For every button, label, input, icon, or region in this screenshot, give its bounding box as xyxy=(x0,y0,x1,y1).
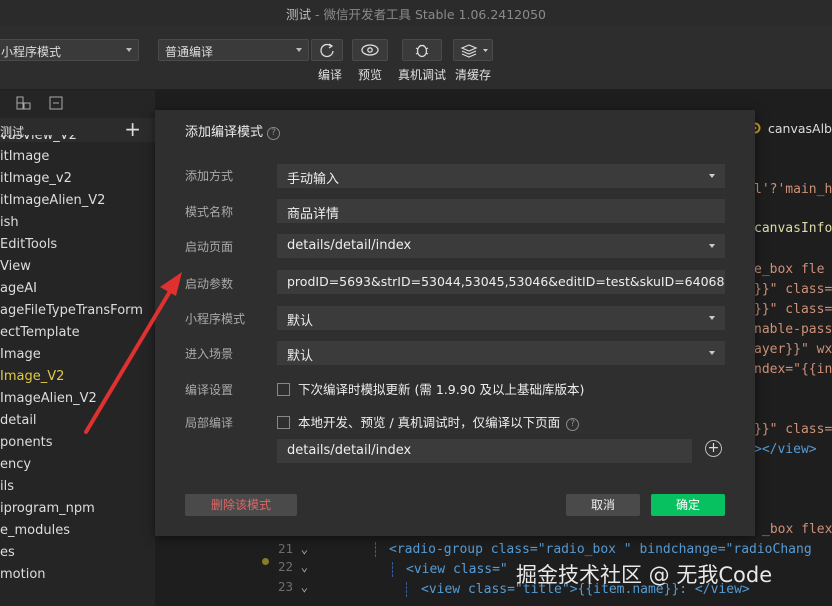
toolbar: 小程序模式 普通编译 编译 预览 真机调试 清缓存 xyxy=(0,26,832,90)
layers-icon xyxy=(460,44,488,58)
tree-item[interactable]: iprogram_npm xyxy=(0,498,155,520)
scene-select[interactable]: 默认 xyxy=(277,341,725,365)
tree-item[interactable]: itImageAlien_V2 xyxy=(0,190,155,212)
compile-label: 编译 xyxy=(317,68,342,82)
chevron-down-icon xyxy=(709,351,715,355)
start-params-input[interactable]: prodID=5693&strID=53044,53045,53046&edit… xyxy=(277,270,725,294)
code-line: ></view> xyxy=(754,442,817,457)
add-page-icon[interactable]: + xyxy=(705,440,722,457)
code-line: <radio-group class="radio_box " bindchan… xyxy=(375,542,812,557)
help-icon[interactable]: ? xyxy=(566,418,580,431)
cancel-button[interactable]: 取消 xyxy=(566,494,640,516)
chevron-down-icon xyxy=(709,244,715,248)
code-line: nable-pass xyxy=(754,322,832,337)
tree-item[interactable]: ish xyxy=(0,212,155,234)
chevron-down-icon xyxy=(296,48,302,52)
code-line: l'?'main_h xyxy=(754,182,832,197)
compile-select[interactable]: 普通编译 xyxy=(158,39,309,61)
code-line: _box flex xyxy=(762,522,832,537)
line-gutter: 21 ⌄ 22 ⌄ 23 ⌄ xyxy=(278,541,309,594)
add-method-label: 添加方式 xyxy=(185,169,234,183)
add-method-select[interactable]: 手动输入 xyxy=(277,164,725,188)
file-explorer: 测试 + vasView_V2 itImage itImage_v2 itImageA… xyxy=(0,90,155,606)
collapse-icon[interactable] xyxy=(49,96,63,110)
scene-label: 进入场景 xyxy=(185,347,234,361)
tree-item[interactable]: Image_V2 xyxy=(0,366,155,388)
mode-name-input[interactable]: 商品详情 xyxy=(277,199,725,223)
partial-compile-checkbox[interactable]: 本地开发、预览 / 真机调试时，仅编译以下页面? xyxy=(277,412,580,431)
partial-page-input[interactable]: details/detail/index xyxy=(277,439,692,463)
tree-item[interactable]: es xyxy=(0,542,155,564)
start-page-select[interactable]: details/detail/index xyxy=(277,234,725,258)
remote-debug-button[interactable] xyxy=(402,39,442,61)
sidebar-toolbar xyxy=(0,90,155,118)
title-bar: 测试 - 微信开发者工具 Stable 1.06.2412050 xyxy=(0,0,832,26)
tree-item[interactable]: itImage xyxy=(0,146,155,168)
window-title: 测试 - 微信开发者工具 Stable 1.06.2412050 xyxy=(286,7,546,22)
preview-label: 预览 xyxy=(357,68,382,82)
tree-item[interactable]: EditTools xyxy=(0,234,155,256)
dialog-title: 添加编译模式? xyxy=(185,121,281,140)
clear-cache-button[interactable] xyxy=(453,39,493,61)
tree-item[interactable]: motion xyxy=(0,564,155,586)
tree-item[interactable]: ency xyxy=(0,454,155,476)
tree-item[interactable]: e_modules xyxy=(0,520,155,542)
tree-item[interactable]: vasView_V2 xyxy=(0,135,155,146)
preview-button[interactable] xyxy=(352,39,388,61)
code-line: canvasInfo xyxy=(754,221,832,236)
code-line: }}" class= xyxy=(754,282,832,297)
tree-item[interactable]: ils xyxy=(0,476,155,498)
add-compile-mode-dialog: 添加编译模式? 添加方式 手动输入 模式名称 商品详情 启动页面 details… xyxy=(155,110,755,536)
start-page-label: 启动页面 xyxy=(185,240,234,254)
tree-item[interactable]: ectTemplate xyxy=(0,322,155,344)
compile-settings-label: 编译设置 xyxy=(185,383,234,397)
tree-item[interactable]: detail xyxy=(0,410,155,432)
mp-mode-select[interactable]: 默认 xyxy=(277,306,725,330)
clear-cache-label: 清缓存 xyxy=(454,68,491,82)
code-line: e_box fle xyxy=(754,262,825,277)
tree-item[interactable]: itImage_v2 xyxy=(0,168,155,190)
tree-item[interactable]: ageFileTypeTransForm xyxy=(0,300,155,322)
mp-mode-label: 小程序模式 xyxy=(185,312,246,326)
partial-compile-label: 局部编译 xyxy=(185,416,234,430)
code-line: ayer}}" wx xyxy=(754,342,832,357)
watermark: 掘金技术社区 @ 无我Code xyxy=(516,563,773,587)
tree-item[interactable]: ImageAlien_V2 xyxy=(0,388,155,410)
bug-icon xyxy=(415,44,429,58)
code-line: }}" class= xyxy=(754,422,832,437)
delete-mode-button[interactable]: 删除该模式 xyxy=(185,494,297,516)
mode-name-label: 模式名称 xyxy=(185,205,234,219)
tree-item[interactable]: ponents xyxy=(0,432,155,454)
editor-tab[interactable]: canvasAlb xyxy=(748,121,832,136)
chevron-down-icon xyxy=(709,316,715,320)
mode-select[interactable]: 小程序模式 xyxy=(0,39,139,61)
remote-debug-label: 真机调试 xyxy=(397,68,446,82)
tree-item[interactable]: ageAI xyxy=(0,278,155,300)
file-tree: vasView_V2 itImage itImage_v2 itImageAlien_… xyxy=(0,135,155,586)
code-line: <view class=" xyxy=(392,562,508,577)
compile-button[interactable] xyxy=(311,39,343,61)
chevron-down-icon xyxy=(126,48,132,52)
code-line: ndex="{{in xyxy=(754,362,832,377)
code-line: }}" class= xyxy=(754,302,832,317)
simulate-update-checkbox[interactable]: 下次编译时模拟更新 (需 1.9.90 及以上基础库版本) xyxy=(277,379,584,398)
start-params-label: 启动参数 xyxy=(185,277,234,291)
refresh-icon xyxy=(320,43,334,58)
tree-item[interactable]: View xyxy=(0,256,155,278)
add-folder-icon[interactable] xyxy=(16,96,31,110)
chevron-down-icon xyxy=(709,174,715,178)
confirm-button[interactable]: 确定 xyxy=(651,494,725,516)
help-icon[interactable]: ? xyxy=(267,127,281,140)
modified-dot xyxy=(262,558,269,565)
tree-item[interactable]: Image xyxy=(0,344,155,366)
eye-icon xyxy=(361,44,379,56)
